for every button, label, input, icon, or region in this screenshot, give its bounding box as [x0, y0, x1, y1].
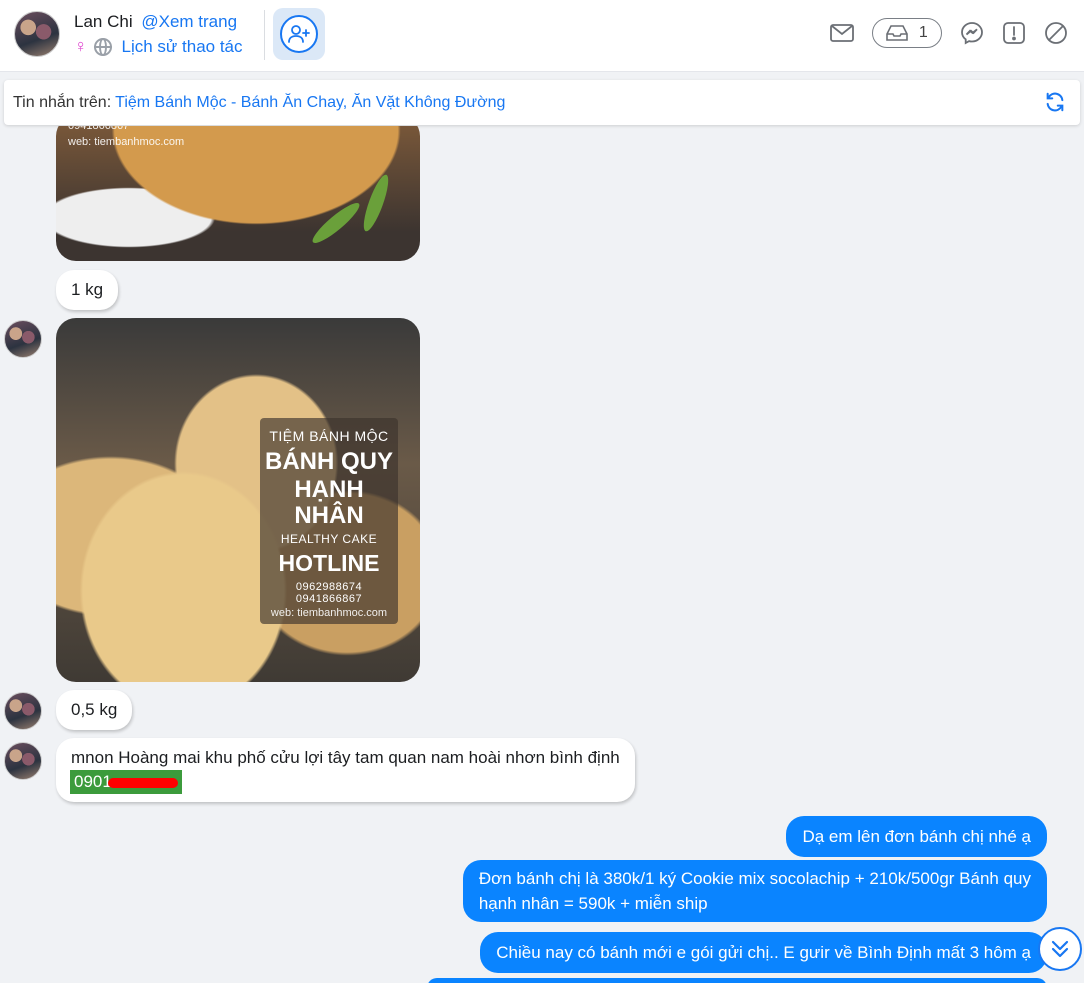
contact-name-row: Lan Chi @Xem trang	[74, 12, 237, 32]
message-text: 1 kg	[71, 280, 104, 299]
mail-icon[interactable]	[830, 21, 854, 45]
scroll-to-bottom-button[interactable]	[1038, 927, 1082, 971]
messenger-icon[interactable]	[960, 21, 984, 45]
female-icon: ♀	[74, 36, 88, 56]
report-icon[interactable]	[1002, 21, 1026, 45]
image-watermark: 0941866867 web: tiembanhmoc.com	[68, 126, 184, 150]
globe-icon	[93, 37, 112, 56]
message-text: Đơn bánh chị là 380k/1 ký Cookie mix soc…	[478, 869, 1031, 888]
image-message-almond-cookie[interactable]: TIỆM BÁNH MỘC BÁNH QUY HẠNH NHÂN HEALTHY…	[56, 318, 420, 682]
outgoing-message[interactable]: Đơn bánh chị là 380k/1 ký Cookie mix soc…	[462, 860, 1047, 922]
message-text: hạnh nhân = 590k + miễn ship	[478, 894, 708, 913]
watermark-web: web: tiembanhmoc.com	[68, 136, 185, 148]
contact-meta-row: ♀ Lịch sử thao tác	[74, 36, 243, 57]
view-page-link[interactable]: @Xem trang	[141, 12, 237, 31]
contact-name: Lan Chi	[74, 12, 133, 31]
conversation-header: Lan Chi @Xem trang ♀ Lịch sử thao tác 1	[0, 0, 1084, 72]
header-actions: 1	[830, 18, 1068, 48]
incoming-message[interactable]: 1 kg	[56, 270, 119, 310]
overlay-web: web: tiembanhmoc.com	[270, 606, 388, 619]
source-label: Tin nhắn trên:	[13, 93, 112, 111]
double-chevron-down-icon	[1051, 940, 1069, 958]
refresh-icon[interactable]	[1044, 91, 1066, 113]
overlay-title-2: HẠNH NHÂN	[294, 475, 364, 530]
redaction-mark	[107, 777, 178, 788]
watermark-phone: 0941866867	[68, 126, 130, 132]
sender-avatar[interactable]	[4, 692, 42, 730]
message-list[interactable]: 0941866867 web: tiembanhmoc.com 1 kg TIỆ…	[0, 126, 1084, 983]
overlay-title-1: BÁNH QUY	[264, 448, 393, 475]
sender-avatar[interactable]	[4, 742, 42, 780]
inbox-icon	[886, 25, 909, 41]
sender-avatar[interactable]	[4, 320, 42, 358]
message-text: Chiều nay có bánh mới e gói gửi chị.. E …	[496, 943, 1031, 962]
inbox-count: 1	[918, 24, 928, 41]
overlay-phone-2: 0941866867	[295, 592, 363, 605]
message-source-bar: Tin nhắn trên: Tiệm Bánh Mộc - Bánh Ăn C…	[4, 80, 1080, 125]
add-user-icon	[280, 15, 318, 53]
message-text: mnon Hoàng mai khu phố cửu lợi tây tam q…	[71, 748, 620, 767]
overlay-phone-1: 0962988674	[295, 580, 363, 593]
inbox-counter-button[interactable]: 1	[872, 18, 942, 48]
block-icon[interactable]	[1044, 21, 1068, 45]
contact-avatar[interactable]	[14, 11, 60, 57]
outgoing-message-partial[interactable]	[427, 978, 1047, 983]
message-text: 0,5 kg	[71, 700, 118, 719]
add-contact-button[interactable]	[273, 8, 325, 60]
phone-number-highlight[interactable]: 0901	[70, 770, 182, 794]
outgoing-message[interactable]: Chiều nay có bánh mới e gói gửi chị.. E …	[480, 932, 1047, 973]
source-page-link[interactable]: Tiệm Bánh Mộc - Bánh Ăn Chay, Ăn Vặt Khô…	[115, 94, 505, 112]
message-text: Dạ em lên đơn bánh chị nhé ạ	[802, 827, 1031, 846]
incoming-message[interactable]: 0,5 kg	[56, 690, 133, 730]
overlay-shop: TIỆM BÁNH MỘC	[269, 428, 389, 444]
overlay-hotline: HOTLINE	[278, 549, 380, 576]
image-caption-overlay: TIỆM BÁNH MỘC BÁNH QUY HẠNH NHÂN HEALTHY…	[260, 418, 398, 624]
header-divider	[264, 10, 265, 60]
incoming-message-address[interactable]: mnon Hoàng mai khu phố cửu lợi tây tam q…	[56, 738, 635, 802]
phone-prefix: 0901	[74, 772, 112, 791]
overlay-tagline: HEALTHY CAKE	[280, 531, 378, 546]
image-message-cookie-mix[interactable]: 0941866867 web: tiembanhmoc.com	[56, 126, 420, 261]
action-history-link[interactable]: Lịch sử thao tác	[122, 37, 243, 57]
outgoing-message[interactable]: Dạ em lên đơn bánh chị nhé ạ	[786, 816, 1047, 857]
